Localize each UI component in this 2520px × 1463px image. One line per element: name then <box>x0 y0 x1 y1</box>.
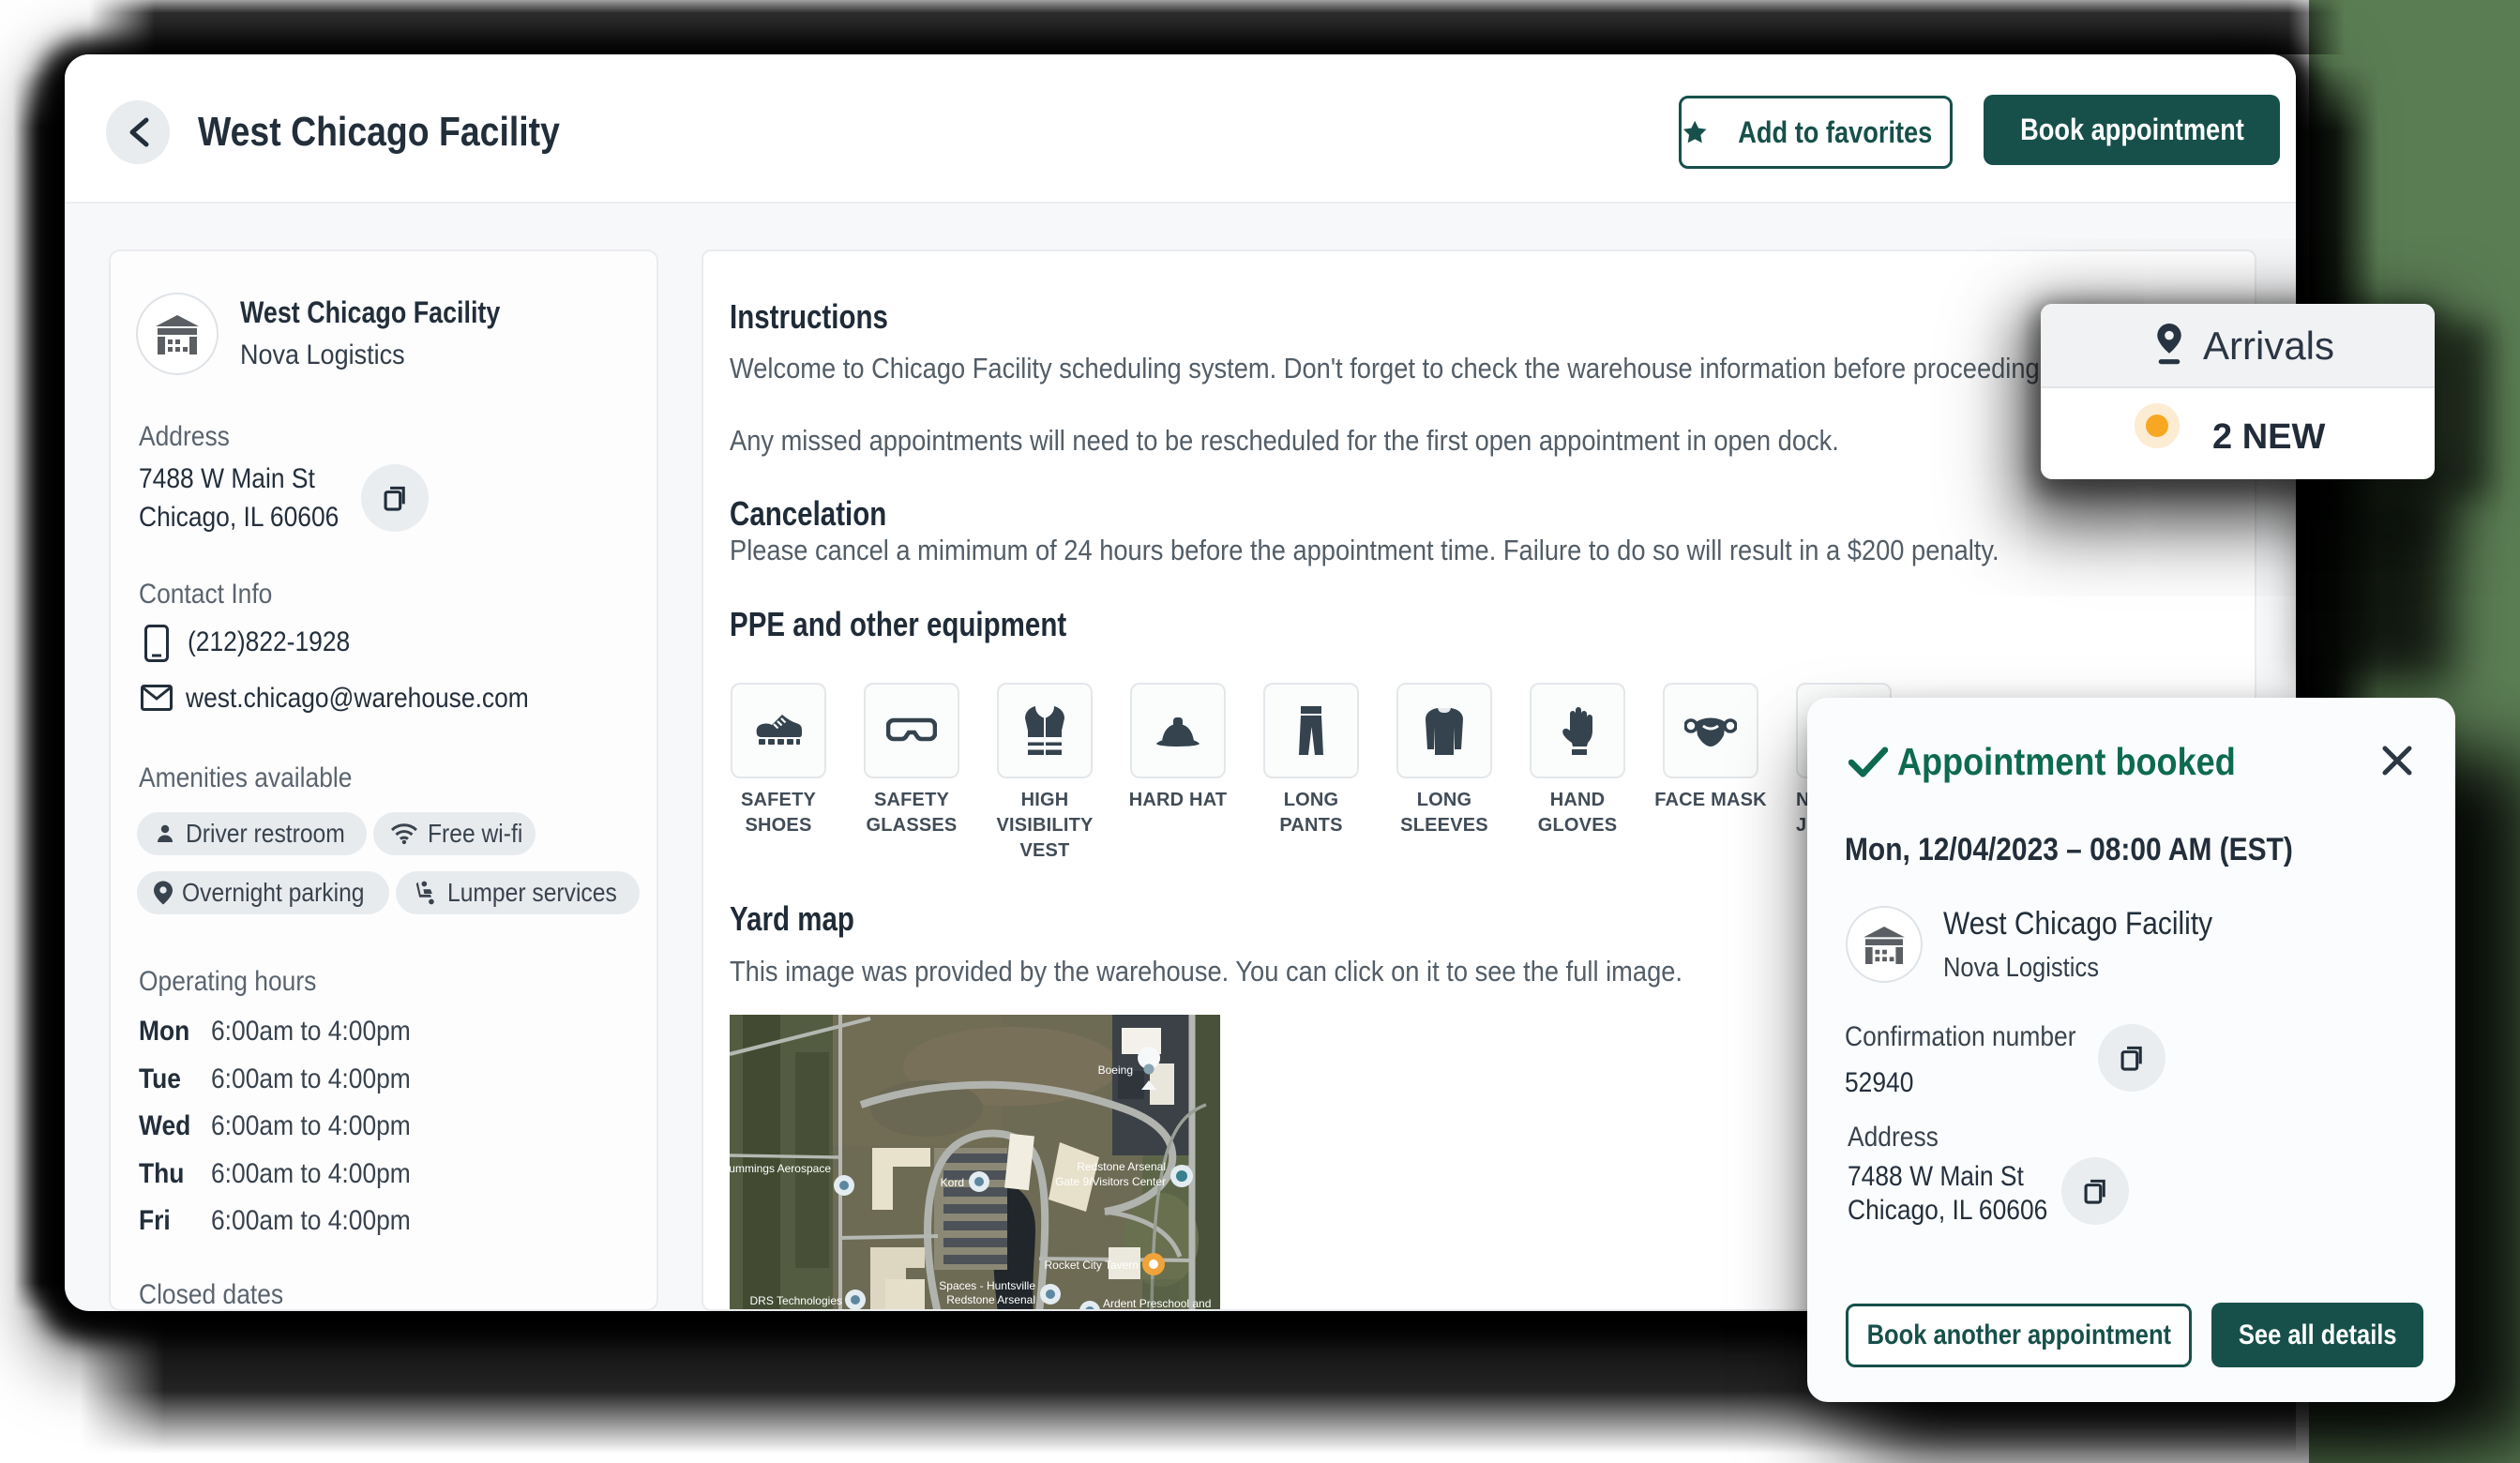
svg-text:Kord: Kord <box>941 1176 964 1189</box>
svg-text:Gate 9/Visitors Center: Gate 9/Visitors Center <box>1055 1175 1166 1188</box>
svg-text:DRS Technologies: DRS Technologies <box>749 1294 842 1307</box>
svg-text:Cummings Aerospace: Cummings Aerospace <box>730 1162 831 1175</box>
svg-text:Spaces - Huntsville: Spaces - Huntsville <box>939 1279 1035 1292</box>
svg-text:Ardent Preschool and: Ardent Preschool and <box>1103 1297 1211 1310</box>
svg-text:Redstone Arsenal: Redstone Arsenal <box>946 1293 1035 1306</box>
svg-text:Boeing: Boeing <box>1098 1063 1133 1077</box>
svg-text:Redstone Arsenal: Redstone Arsenal <box>1077 1160 1166 1173</box>
svg-text:Rocket City Tavern: Rocket City Tavern <box>1045 1259 1139 1272</box>
